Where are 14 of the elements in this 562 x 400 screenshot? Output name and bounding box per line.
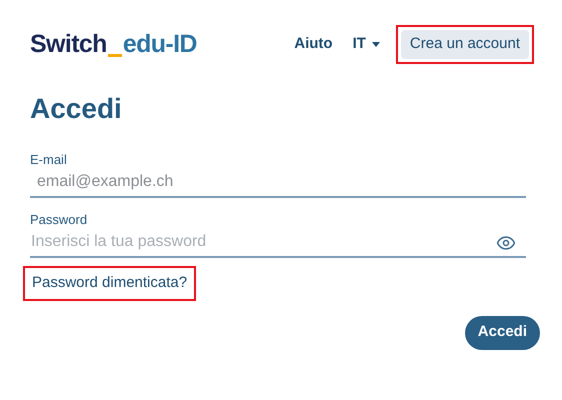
logo-text: edu-ID	[122, 28, 197, 60]
sign-in-button[interactable]: Accedi	[464, 316, 540, 350]
field-label: Password	[30, 212, 88, 228]
email-field[interactable]: email@example.ch	[30, 168, 526, 198]
caret-icon	[372, 42, 380, 47]
logo-text: Switch	[30, 28, 107, 60]
forgot-password-link[interactable]: Password dimenticata?	[25, 268, 194, 298]
create-account-button[interactable]: Crea un account	[400, 30, 529, 59]
logo-underscore	[108, 54, 122, 57]
password-field[interactable]: Inserisci la tua password	[30, 228, 526, 258]
language-dropdown[interactable]: IT	[352, 33, 380, 56]
help-link[interactable]: Aiuto	[294, 33, 333, 56]
page-heading: Accedi	[30, 92, 123, 126]
field-label: E-mail	[30, 152, 68, 168]
